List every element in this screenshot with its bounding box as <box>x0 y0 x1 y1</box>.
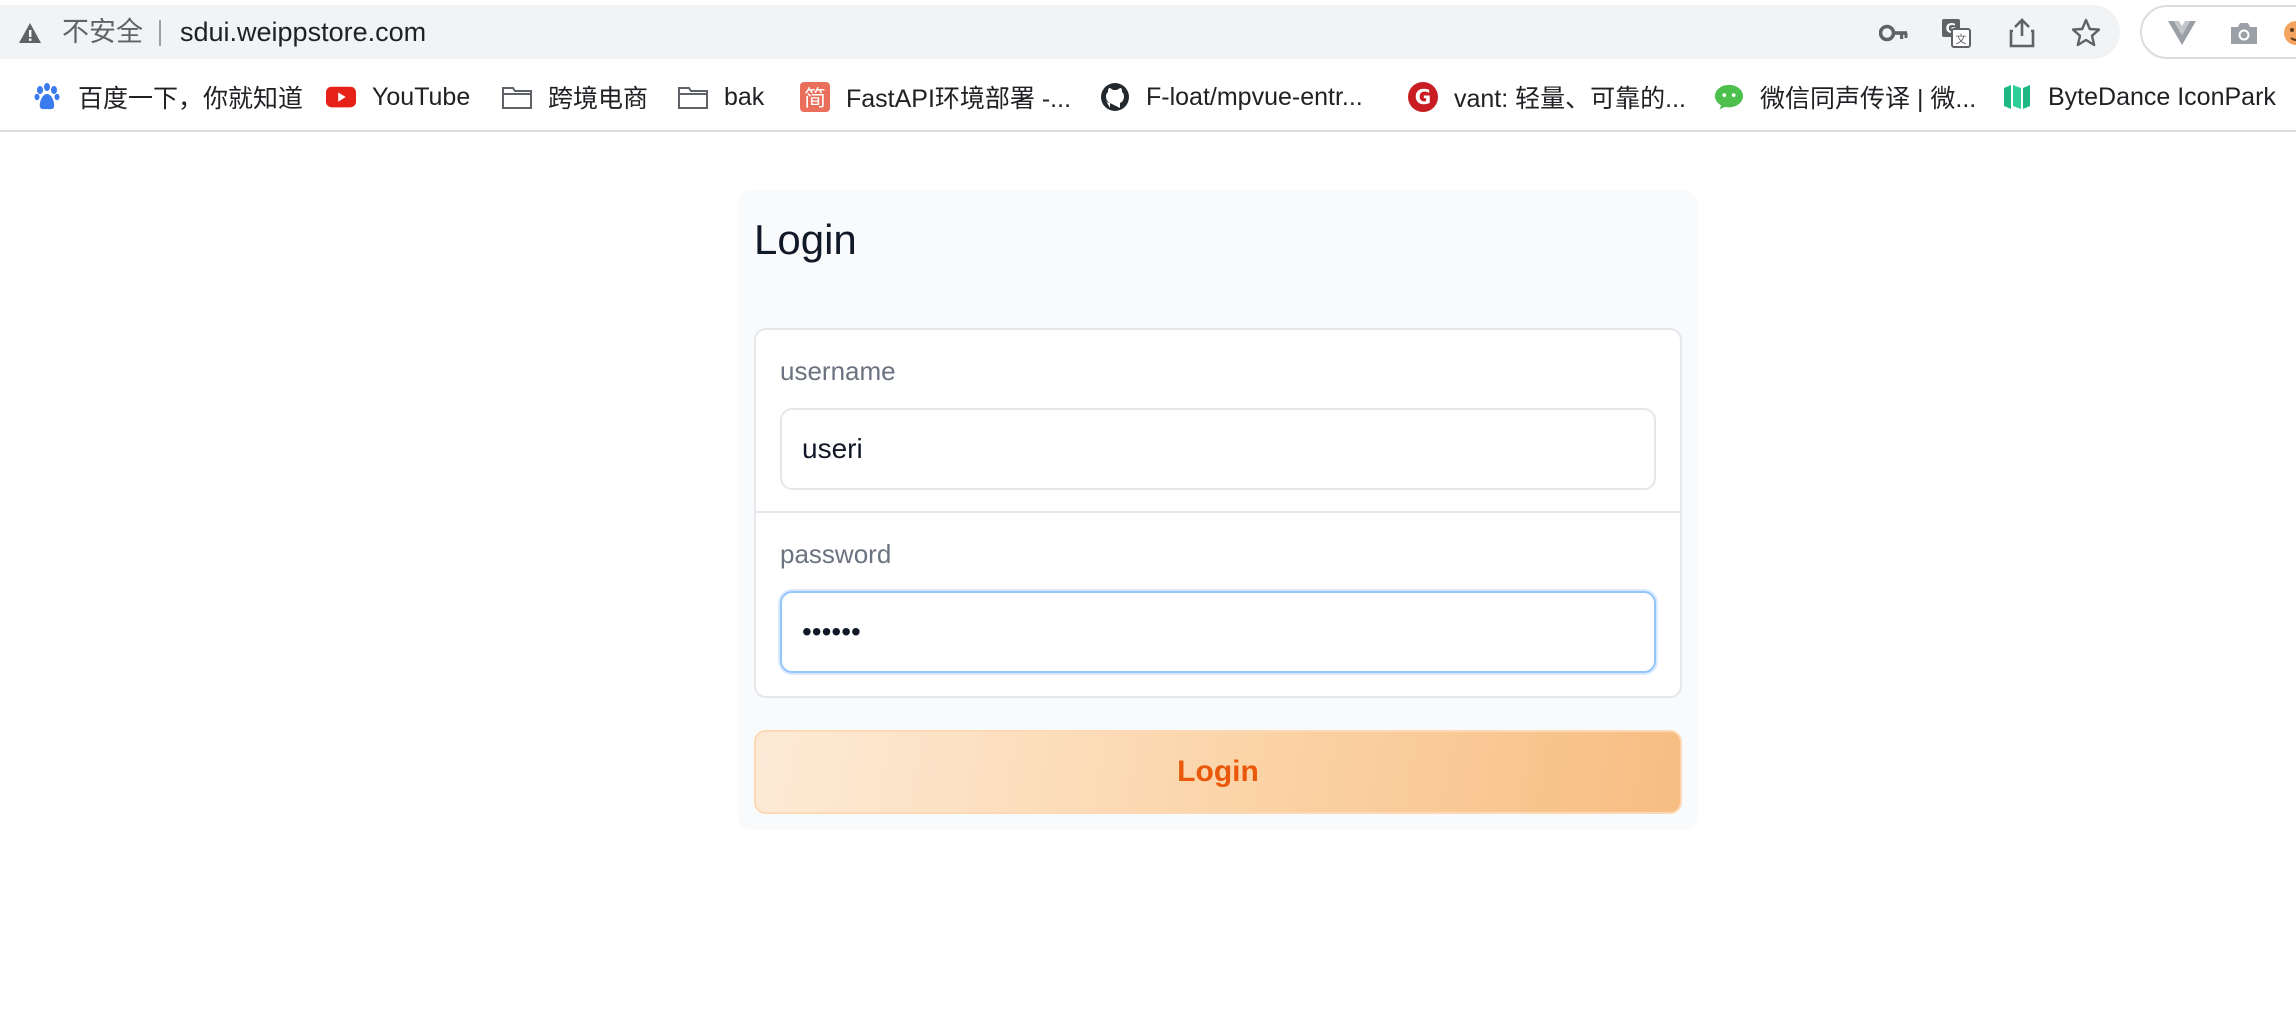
vue-devtools-icon[interactable] <box>2166 17 2198 49</box>
extensions-area <box>2140 5 2296 59</box>
github-icon <box>1100 82 1130 112</box>
jianshu-icon: 简 <box>800 82 830 112</box>
bookmark-fastapi[interactable]: 简 FastAPI环境部署 -... <box>800 64 1071 130</box>
bookmark-vant[interactable]: G vant: 轻量、可靠的... <box>1408 64 1686 130</box>
gitee-icon-glyph: G <box>1414 85 1432 109</box>
url-text[interactable]: sdui.weippstore.com <box>180 17 426 47</box>
bookmark-label: YouTube <box>372 82 471 111</box>
warning-icon[interactable] <box>18 22 42 44</box>
translate-icon[interactable]: G文 <box>1940 17 1972 49</box>
bookmark-github-mpvue[interactable]: F-loat/mpvue-entr... <box>1100 64 1363 130</box>
username-input[interactable] <box>780 408 1656 490</box>
address-divider <box>159 20 161 46</box>
baidu-icon <box>32 82 62 112</box>
security-status-label[interactable]: 不安全 <box>62 17 143 47</box>
bookmark-label: 跨境电商 <box>548 85 649 113</box>
bookmark-label: F-loat/mpvue-entr... <box>1146 82 1363 111</box>
password-label: password <box>780 539 892 569</box>
bookmarks-bar: 百度一下，你就知道 YouTube 跨境电商 bak 简 FastAPI环境部署… <box>0 64 2296 132</box>
folder-icon <box>678 82 708 112</box>
browser-toolbar: 不安全 sdui.weippstore.com G文 <box>0 0 2296 64</box>
login-card: Login username password Login <box>738 190 1698 830</box>
bookmark-iconpark[interactable]: ByteDance IconPark <box>2002 64 2276 130</box>
bookmark-label: 百度一下，你就知道 <box>78 85 304 113</box>
iconpark-icon <box>2002 82 2032 112</box>
bookmark-label: 微信同声传译 | 微... <box>1760 85 1977 113</box>
login-form: username password <box>754 328 1682 698</box>
bookmark-folder-cross-border[interactable]: 跨境电商 <box>502 64 648 130</box>
bookmark-baidu[interactable]: 百度一下，你就知道 <box>32 64 303 130</box>
page-title: Login <box>754 216 857 263</box>
bookmark-youtube[interactable]: YouTube <box>326 64 470 130</box>
gitee-icon: G <box>1408 82 1438 112</box>
bookmark-label: FastAPI环境部署 -... <box>846 85 1072 113</box>
camera-icon[interactable] <box>2228 17 2260 49</box>
share-icon[interactable] <box>2006 17 2038 49</box>
address-bar[interactable]: 不安全 sdui.weippstore.com G文 <box>0 5 2120 59</box>
wechat-icon <box>1714 82 1744 112</box>
password-input[interactable] <box>780 591 1656 673</box>
username-label: username <box>780 356 896 386</box>
bookmark-wechat[interactable]: 微信同声传译 | 微... <box>1714 64 1976 130</box>
avatar[interactable] <box>2282 17 2296 49</box>
field-divider <box>756 511 1680 513</box>
star-icon[interactable] <box>2070 17 2102 49</box>
bookmark-label: ByteDance IconPark <box>2048 82 2276 111</box>
bookmark-label: bak <box>724 82 765 111</box>
folder-icon <box>502 82 532 112</box>
jianshu-icon-glyph: 简 <box>803 87 826 112</box>
bookmark-label: vant: 轻量、可靠的... <box>1454 85 1686 113</box>
youtube-icon <box>326 82 356 112</box>
svg-text:文: 文 <box>1956 32 1967 46</box>
bookmark-folder-bak[interactable]: bak <box>678 64 764 130</box>
key-icon[interactable] <box>1878 17 1910 49</box>
login-button[interactable]: Login <box>754 730 1682 814</box>
